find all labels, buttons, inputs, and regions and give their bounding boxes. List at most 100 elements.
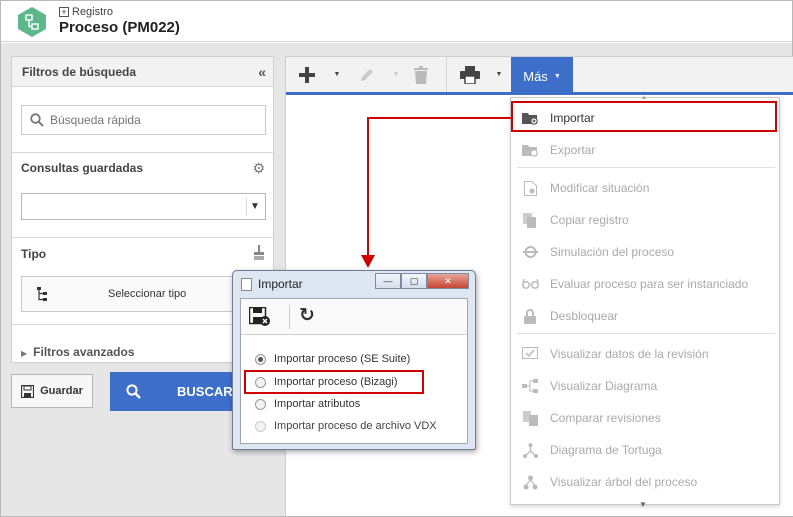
menu-item-label: Desbloquear xyxy=(550,309,619,323)
menu-item-export: Exportar xyxy=(511,134,779,166)
menu-item-copy-record: Copiar registro xyxy=(511,204,779,236)
more-dropdown-menu: Importar Exportar Modificar situación Co… xyxy=(510,97,780,505)
type-label: Tipo xyxy=(21,247,47,261)
search-button-label: BUSCAR xyxy=(177,384,233,399)
import-highlight-box xyxy=(511,101,777,132)
menu-item-label: Evaluar proceso para ser instanciado xyxy=(550,277,749,291)
saved-queries-select[interactable]: ▼ xyxy=(21,193,266,220)
menu-item-label: Visualizar árbol del proceso xyxy=(550,475,698,489)
print-dropdown-caret-icon[interactable]: ▼ xyxy=(494,57,504,92)
menu-item-unlock: Desbloquear xyxy=(511,300,779,332)
floppy-disk-icon xyxy=(21,384,35,398)
caret-down-icon: ▼ xyxy=(553,72,561,80)
page-header: + Registro Proceso (PM022) xyxy=(1,1,792,42)
tree-icon xyxy=(521,474,539,490)
radio-button[interactable] xyxy=(255,353,266,365)
filters-title: Filtros de búsqueda xyxy=(22,64,137,79)
glasses-icon xyxy=(521,276,539,292)
toolbar-divider xyxy=(446,57,447,92)
menu-item-label: Modificar situación xyxy=(550,181,650,195)
radio-label: Importar proceso de archivo VDX xyxy=(274,420,437,432)
breadcrumb-label: Registro xyxy=(72,6,113,18)
more-menu-label: Más xyxy=(523,68,548,84)
add-button[interactable] xyxy=(296,57,318,92)
radio-option[interactable]: Importar proceso (SE Suite) xyxy=(255,353,410,365)
caret-right-icon: ▶ xyxy=(21,349,28,358)
save-close-icon[interactable] xyxy=(249,307,271,327)
turtle-diagram-icon xyxy=(521,442,539,458)
breadcrumb[interactable]: + Registro xyxy=(59,6,113,18)
menu-item-view-process-tree: Visualizar árbol del proceso xyxy=(511,466,779,498)
filters-header: Filtros de búsqueda « xyxy=(12,57,273,87)
lock-icon xyxy=(521,308,539,324)
dialog-title: Importar xyxy=(258,277,303,291)
folder-export-icon xyxy=(521,142,539,158)
radio-label: Importar atributos xyxy=(274,398,361,410)
menu-item-label: Simulación del proceso xyxy=(550,245,675,259)
advanced-filters-label: Filtros avanzados xyxy=(33,345,135,359)
import-dialog: Importar — ▢ ✕ ↻ Importar proceso (SE Su… xyxy=(232,270,476,450)
revision-icon xyxy=(521,346,539,362)
menu-item-view-diagram: Visualizar Diagrama xyxy=(511,370,779,402)
search-icon xyxy=(30,113,44,127)
hierarchy-icon xyxy=(37,287,47,301)
edit-button xyxy=(356,57,378,92)
simulation-icon xyxy=(521,244,539,260)
menu-item-evaluate-process: Evaluar proceso para ser instanciado xyxy=(511,268,779,300)
search-icon xyxy=(126,384,141,399)
menu-item-view-revision-data: Visualizar datos de la revisión xyxy=(511,338,779,370)
copy-icon xyxy=(521,212,539,228)
quick-search-field[interactable] xyxy=(21,105,266,135)
menu-item-label: Copiar registro xyxy=(550,213,629,227)
document-settings-icon xyxy=(521,180,539,196)
toolbar-divider xyxy=(289,305,290,329)
expand-icon[interactable]: + xyxy=(59,7,69,17)
diagram-icon xyxy=(521,378,539,394)
radio-option[interactable]: Importar atributos xyxy=(255,398,360,410)
pencil-icon xyxy=(361,68,373,81)
menu-item-turtle-diagram: Diagrama de Tortuga xyxy=(511,434,779,466)
toolbar: ▼ ▼ ▼ Más ▼ xyxy=(286,57,793,95)
save-button[interactable]: Guardar xyxy=(11,374,93,408)
menu-item-label: Visualizar Diagrama xyxy=(550,379,658,393)
radio-button[interactable] xyxy=(255,398,266,410)
add-dropdown-caret-icon[interactable]: ▼ xyxy=(332,57,342,92)
radio-option: Importar proceso de archivo VDX xyxy=(255,420,437,432)
radio-button xyxy=(255,420,266,432)
scroll-down-icon[interactable]: ▼ xyxy=(639,500,647,509)
dialog-toolbar: ↻ xyxy=(241,299,467,335)
page-title: Proceso (PM022) xyxy=(59,19,180,36)
close-button[interactable]: ✕ xyxy=(427,273,469,289)
menu-item-label: Diagrama de Tortuga xyxy=(550,443,662,457)
gear-icon[interactable]: ⚙ xyxy=(252,160,265,177)
clear-brush-icon[interactable] xyxy=(253,245,265,260)
select-type-button[interactable]: Seleccionar tipo xyxy=(21,276,266,312)
more-menu-button[interactable]: Más ▼ xyxy=(511,57,573,95)
collapse-icon[interactable]: « xyxy=(258,64,266,80)
menu-item-modify-status: Modificar situación xyxy=(511,172,779,204)
chevron-down-icon[interactable]: ▼ xyxy=(246,197,263,216)
trash-icon xyxy=(414,65,428,84)
process-logo-icon xyxy=(18,7,46,37)
refresh-icon[interactable]: ↻ xyxy=(299,304,315,327)
minimize-button[interactable]: — xyxy=(375,273,401,289)
print-button[interactable] xyxy=(458,57,482,92)
callout-arrow-vertical xyxy=(367,117,369,257)
save-label: Guardar xyxy=(40,385,83,397)
advanced-filters-toggle[interactable]: ▶ Filtros avanzados xyxy=(21,345,135,359)
document-icon xyxy=(241,277,252,291)
plus-icon xyxy=(299,66,315,83)
maximize-button[interactable]: ▢ xyxy=(401,273,427,289)
divider xyxy=(12,237,273,238)
menu-item-compare-revisions: Comparar revisiones xyxy=(511,402,779,434)
delete-button xyxy=(410,57,432,92)
menu-divider xyxy=(517,167,775,168)
saved-queries-label: Consultas guardadas xyxy=(21,161,144,175)
quick-search-input[interactable] xyxy=(50,113,250,127)
menu-item-label: Visualizar datos de la revisión xyxy=(550,347,709,361)
dialog-title-bar[interactable]: Importar xyxy=(241,277,303,291)
divider xyxy=(12,152,273,153)
menu-item-label: Comparar revisiones xyxy=(550,411,661,425)
callout-arrow-horizontal xyxy=(367,117,511,119)
compare-icon xyxy=(521,410,539,426)
